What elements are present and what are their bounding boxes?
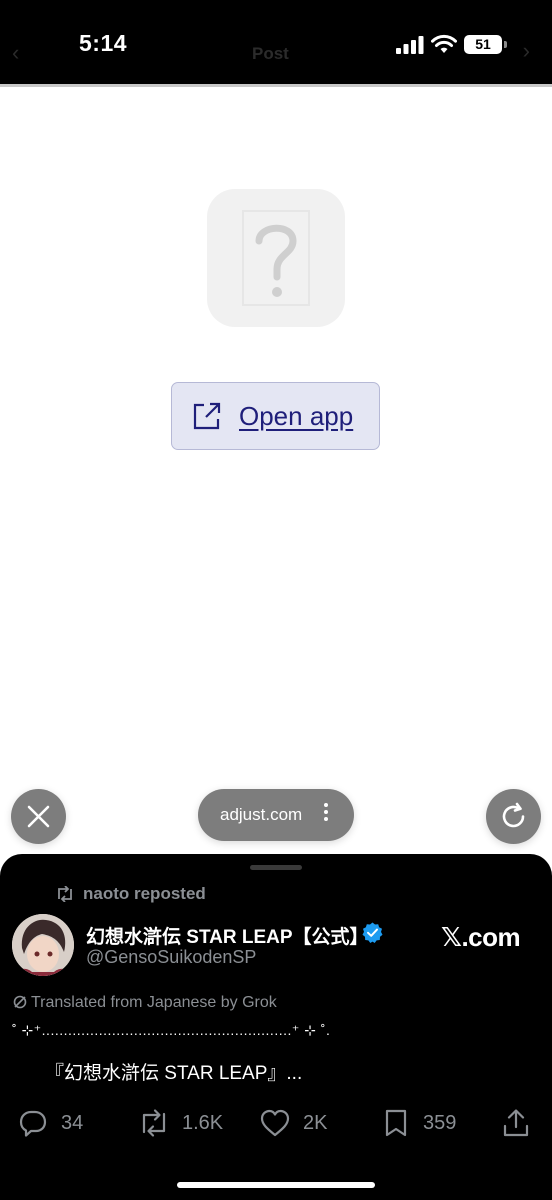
repost-button[interactable]: 1.6K [137,1106,232,1142]
share-button[interactable] [502,1106,532,1142]
url-pill[interactable]: adjust.com [198,789,354,841]
home-indicator[interactable] [177,1182,375,1188]
repost-count: 1.6K [182,1112,224,1134]
reply-count: 34 [61,1112,84,1134]
bookmark-count: 359 [423,1112,457,1134]
display-name[interactable]: 幻想水滸伝 STAR LEAP【公式】 [86,922,369,949]
x-com-logo[interactable]: 𝕏.com [441,922,521,953]
translation-note: Translated from Japanese by Grok [13,994,277,1012]
grok-icon [13,995,27,1009]
repost-context: naoto reposted [55,884,206,904]
user-handle[interactable]: @GensoSuikodenSP [86,947,256,968]
wifi-icon [431,34,457,53]
heart-icon [260,1109,290,1137]
question-mark-icon [242,210,310,306]
avatar[interactable] [12,914,74,976]
status-time: 5:14 [79,30,128,56]
tweet-text[interactable]: 『幻想水滸伝 STAR LEAP』... [45,1058,302,1085]
reply-icon [19,1110,47,1137]
page-title-ghost: Post [252,44,289,63]
verified-badge-icon [362,922,383,943]
external-link-icon [193,402,221,430]
battery-tip [504,41,507,48]
translation-label: Translated from Japanese by Grok [31,994,277,1011]
tweet-sheet: naoto reposted 幻想水滸伝 STAR LEAP【公式】 @Gens… [0,854,552,1200]
close-icon [27,805,50,828]
like-button[interactable]: 2K [259,1106,334,1142]
avatar-image [12,914,74,976]
share-ghost-icon: › [522,38,530,63]
toolbar-divider [0,84,552,87]
tweet-actions: 34 1.6K 2K 359 [0,1106,552,1142]
reply-button[interactable]: 34 [18,1106,93,1142]
status-bar: ‹ 5:14 Post 51 › [0,0,552,87]
reload-button[interactable] [486,789,541,844]
open-app-button[interactable]: Open app [171,382,380,450]
repost-label: naoto reposted [83,884,206,903]
repost-icon [142,1109,166,1137]
back-chevron-icon: ‹ [12,40,20,65]
bookmark-icon [385,1109,407,1137]
cellular-signal-icon [396,36,424,54]
more-options-icon[interactable] [322,802,330,822]
sheet-grabber[interactable] [250,865,302,870]
repost-icon [58,885,72,903]
battery-indicator: 51 [464,35,502,54]
like-count: 2K [303,1112,328,1134]
app-icon-placeholder [207,189,345,327]
decorative-line: ˚ ⊹⁺....................................… [12,1022,331,1038]
open-app-label: Open app [239,401,354,431]
bookmark-button[interactable]: 359 [382,1106,472,1142]
share-icon [503,1109,529,1137]
reload-icon [502,802,525,828]
close-button[interactable] [11,789,66,844]
url-text: adjust.com [220,805,303,824]
